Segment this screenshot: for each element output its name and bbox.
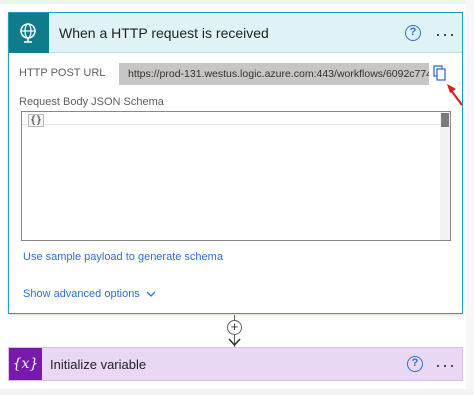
- editor-scrollbar[interactable]: [440, 112, 450, 240]
- http-trigger-header[interactable]: When a HTTP request is received ? ···: [9, 13, 462, 53]
- annotation-arrow-icon: [447, 84, 463, 106]
- more-options-icon[interactable]: ···: [435, 25, 456, 43]
- help-icon[interactable]: ?: [405, 25, 421, 41]
- globe-request-icon: [9, 13, 49, 53]
- variable-icon: {x}: [9, 348, 42, 380]
- chevron-down-icon: [146, 291, 156, 297]
- show-advanced-options[interactable]: Show advanced options: [23, 288, 156, 300]
- schema-label: Request Body JSON Schema: [19, 96, 164, 108]
- add-step-button[interactable]: +: [227, 320, 242, 335]
- copy-icon[interactable]: [433, 65, 447, 81]
- initialize-variable-card[interactable]: {x} Initialize variable ? ···: [8, 347, 463, 381]
- arrow-down-icon: [228, 338, 241, 347]
- trigger-title: When a HTTP request is received: [59, 25, 269, 41]
- variable-card-title: Initialize variable: [50, 357, 147, 372]
- http-trigger-card: When a HTTP request is received ? ··· HT…: [8, 12, 463, 314]
- more-options-icon[interactable]: ···: [435, 356, 456, 374]
- url-label: HTTP POST URL: [19, 67, 106, 79]
- help-icon[interactable]: ?: [407, 356, 423, 372]
- previous-step-strip: [0, 0, 474, 4]
- schema-editor-text: {}: [28, 114, 45, 127]
- bottom-margin: [0, 389, 474, 395]
- sample-payload-link[interactable]: Use sample payload to generate schema: [23, 251, 223, 263]
- schema-editor[interactable]: {}: [21, 111, 451, 241]
- editor-current-line: [22, 124, 442, 125]
- http-post-url-field[interactable]: https://prod-131.westus.logic.azure.com:…: [119, 63, 429, 85]
- right-margin: [466, 0, 474, 395]
- advanced-options-label: Show advanced options: [23, 288, 140, 300]
- editor-scrollbar-thumb[interactable]: [441, 113, 449, 127]
